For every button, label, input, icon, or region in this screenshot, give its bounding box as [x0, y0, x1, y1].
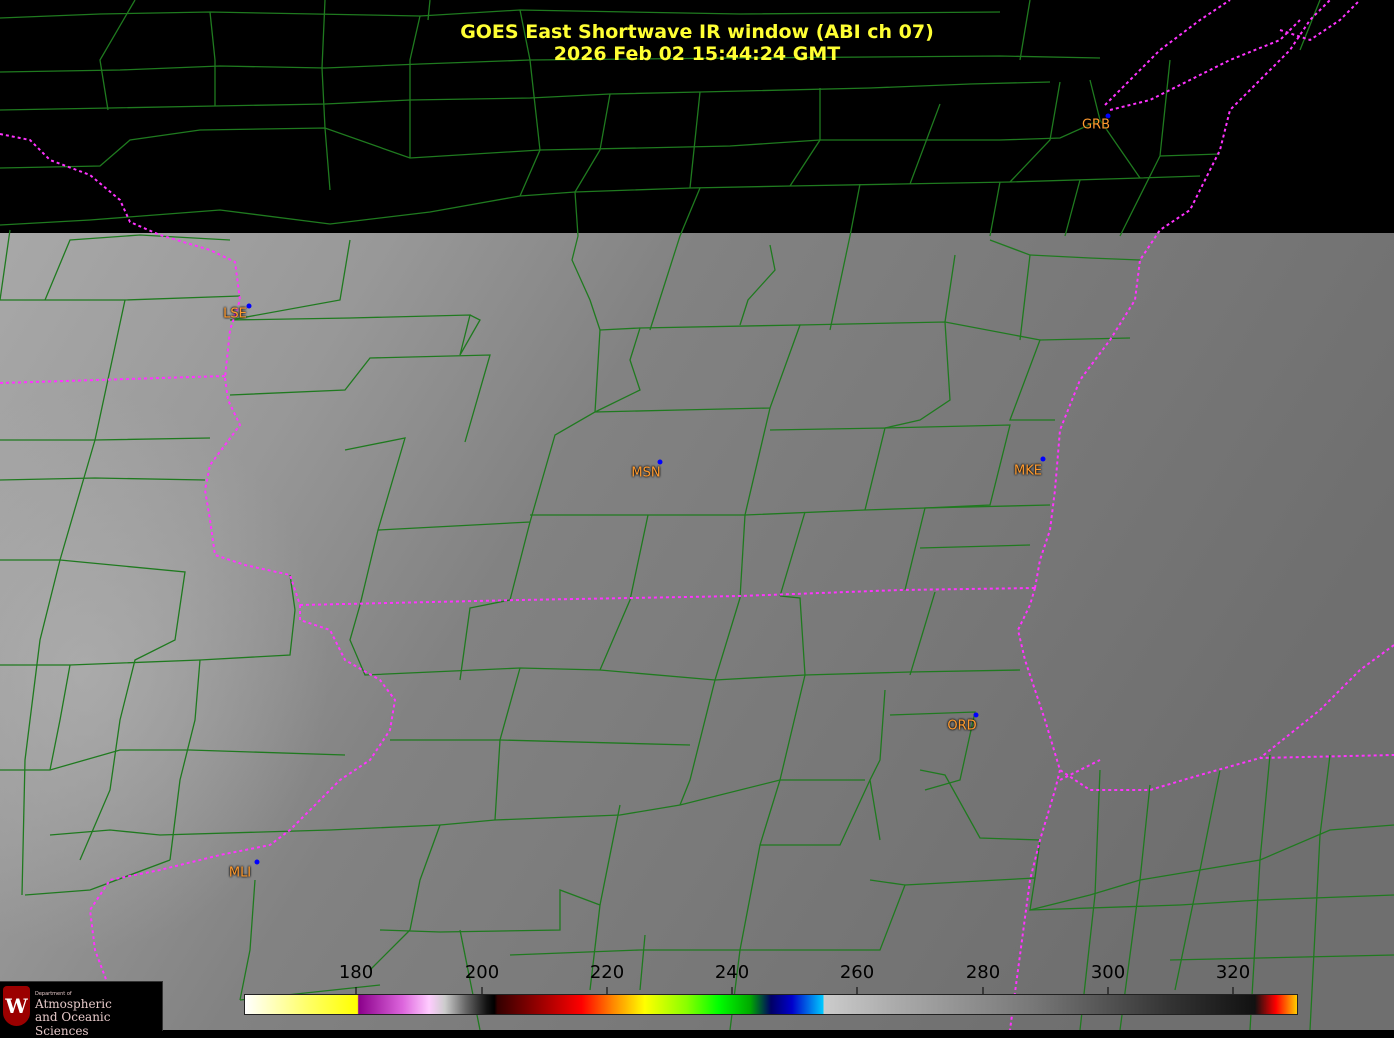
colorbar-tick-180: 180 [338, 962, 374, 983]
city-marker-lse [246, 303, 252, 309]
city-marker-mli [254, 859, 260, 865]
colorbar-tick-300: 300 [1090, 962, 1126, 983]
uw-crest-icon: W [3, 986, 30, 1026]
colorbar-tick-220: 220 [589, 962, 625, 983]
colorbar-tick-240: 240 [714, 962, 750, 983]
city-marker-ord [973, 712, 979, 718]
city-label-mke: MKE [1014, 463, 1042, 479]
temperature-colorbar [244, 994, 1298, 1015]
logo-line-1: Atmospheric [35, 997, 112, 1011]
city-marker-msn [657, 459, 663, 465]
city-label-lse: LSE [223, 306, 247, 322]
logo-line-2: and Oceanic Sciences [35, 1010, 111, 1038]
city-label-grb: GRB [1081, 117, 1111, 133]
ir-bright-patch [0, 233, 700, 1030]
image-title: GOES East Shortwave IR window (ABI ch 07… [460, 21, 934, 43]
city-marker-mke [1040, 456, 1046, 462]
city-label-ord: ORD [947, 718, 977, 734]
aos-logo: W Department of Atmospheric and Oceanic … [0, 981, 163, 1038]
colorbar-tick-200: 200 [464, 962, 500, 983]
city-label-mli: MLI [228, 865, 252, 881]
colorbar-tick-320: 320 [1215, 962, 1251, 983]
image-timestamp: 2026 Feb 02 15:44:24 GMT [553, 43, 841, 65]
city-label-msn: MSN [631, 465, 661, 481]
colorbar-tick-260: 260 [839, 962, 875, 983]
satellite-map [0, 0, 1394, 1030]
colorbar-tick-280: 280 [965, 962, 1001, 983]
